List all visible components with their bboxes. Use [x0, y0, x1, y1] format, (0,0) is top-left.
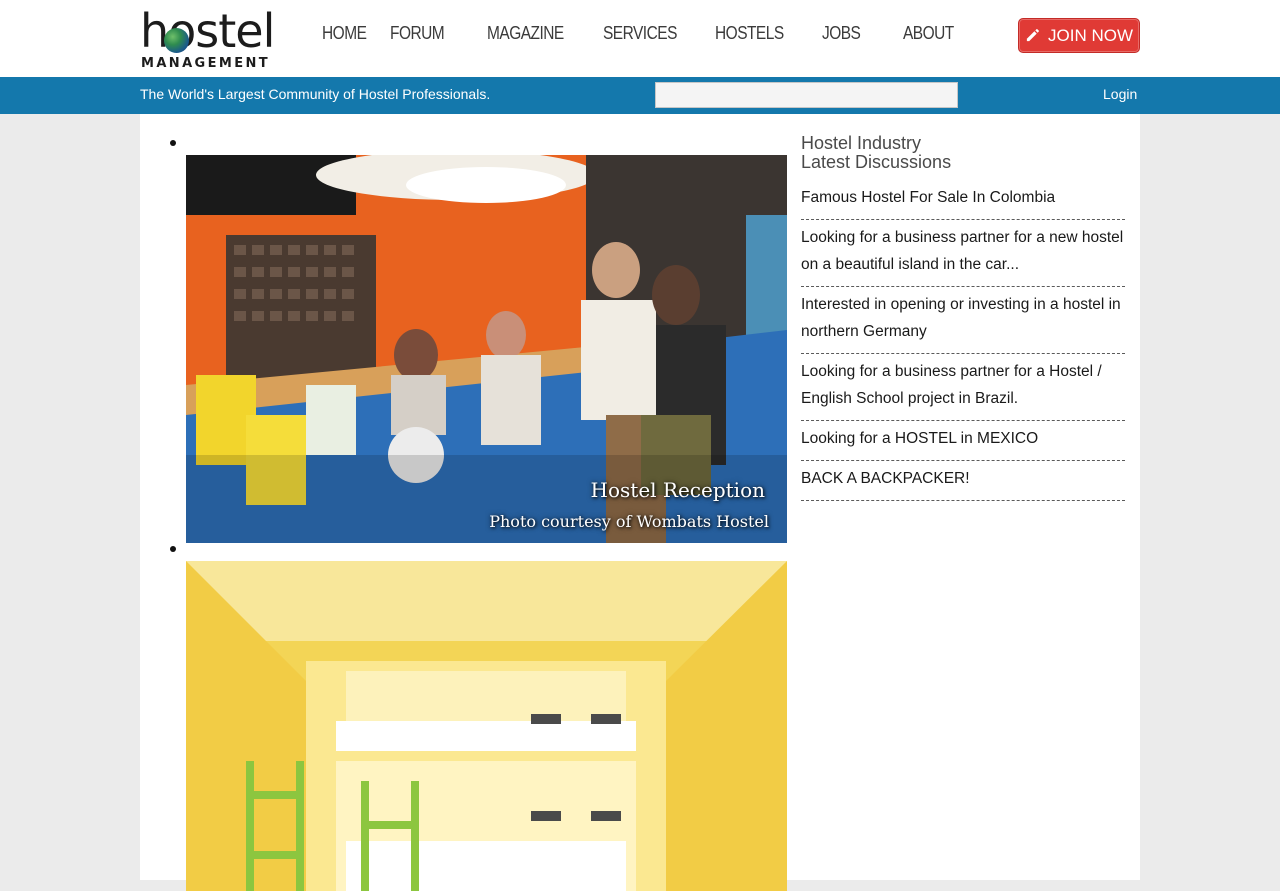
discussion-link[interactable]: Interested in opening or investing in a …: [801, 291, 1125, 345]
discussion-link[interactable]: BACK A BACKPACKER!: [801, 465, 1125, 492]
discussion-item[interactable]: BACK A BACKPACKER!: [801, 461, 1125, 501]
logo-wordmark: hostel: [140, 4, 275, 58]
nav-services[interactable]: SERVICES: [603, 23, 677, 44]
slide-photo-reception[interactable]: Hostel Reception Photo courtesy of Womba…: [186, 155, 787, 543]
discussion-item[interactable]: Looking for a HOSTEL in MEXICO: [801, 421, 1125, 461]
sidebar-heading-line2: Latest Discussions: [801, 152, 952, 172]
pencil-icon: [1026, 29, 1039, 42]
discussion-link[interactable]: Looking for a HOSTEL in MEXICO: [801, 425, 1125, 452]
discussion-item[interactable]: Interested in opening or investing in a …: [801, 287, 1125, 354]
nav-forum[interactable]: FORUM: [390, 23, 445, 44]
discussion-item[interactable]: Famous Hostel For Sale In Colombia: [801, 180, 1125, 220]
discussion-link[interactable]: Looking for a business partner for a Hos…: [801, 358, 1125, 412]
discussion-item[interactable]: Looking for a business partner for a new…: [801, 220, 1125, 287]
join-now-button[interactable]: JOIN NOW: [1018, 18, 1140, 53]
discussion-link[interactable]: Famous Hostel For Sale In Colombia: [801, 184, 1125, 211]
nav-jobs[interactable]: JOBS: [822, 23, 861, 44]
nav-magazine[interactable]: MAGAZINE: [487, 23, 564, 44]
slide-photo-dorm[interactable]: [186, 561, 787, 891]
join-now-label: JOIN NOW: [1048, 25, 1133, 45]
sidebar-heading: Hostel Industry Latest Discussions: [801, 134, 1121, 172]
logo-subtitle: MANAGEMENT: [141, 56, 271, 71]
discussion-link[interactable]: Looking for a business partner for a new…: [801, 224, 1125, 278]
tagline-bar: The World's Largest Community of Hostel …: [0, 77, 1280, 114]
login-link[interactable]: Login: [1103, 86, 1137, 102]
slide-caption-title: Hostel Reception: [590, 478, 765, 502]
nav-hostels[interactable]: HOSTELS: [715, 23, 784, 44]
dorm-photo-image: [186, 561, 787, 891]
discussion-item[interactable]: Looking for a business partner for a Hos…: [801, 354, 1125, 421]
discussion-list: Famous Hostel For Sale In Colombia Looki…: [801, 180, 1125, 501]
sidebar-heading-line1: Hostel Industry: [801, 133, 922, 153]
site-logo[interactable]: hostel MANAGEMENT: [140, 8, 286, 71]
search-input[interactable]: [655, 82, 958, 108]
site-tagline: The World's Largest Community of Hostel …: [140, 86, 491, 102]
slide-bullet: [170, 546, 176, 552]
nav-home[interactable]: HOME: [322, 23, 367, 44]
globe-icon: [164, 28, 189, 53]
slide-bullet: [170, 140, 176, 146]
slide-caption-credit: Photo courtesy of Wombats Hostel: [489, 512, 769, 531]
site-header: hostel MANAGEMENT HOME FORUM MAGAZINE SE…: [0, 0, 1280, 77]
nav-about[interactable]: ABOUT: [903, 23, 954, 44]
main-content: Hostel Reception Photo courtesy of Womba…: [140, 114, 1140, 891]
